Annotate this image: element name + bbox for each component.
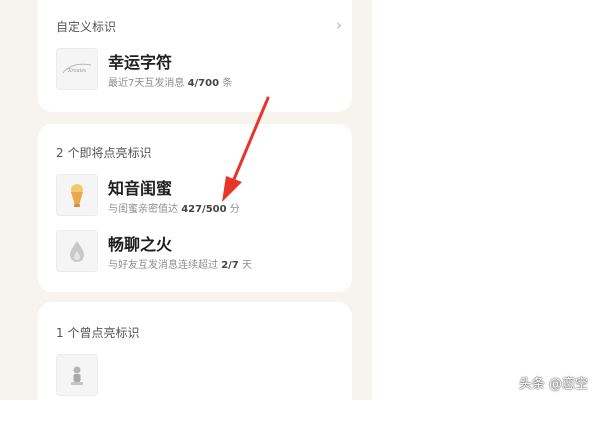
upcoming-badge-item[interactable]: 畅聊之火 与好友互发消息连续超过 2/7 天: [56, 230, 342, 274]
bestie-badge-subtitle: 与闺蜜亲密值达 427/500 分: [108, 204, 240, 215]
custom-badge-card: 自定义标识 › Xroutes 幸运字符 最近7天互发消息 4/700 条: [38, 0, 352, 112]
upcoming-section-title: 2 个即将点亮标识: [56, 146, 152, 160]
chat-fire-badge-subtitle: 与好友互发消息连续超过 2/7 天: [108, 260, 252, 271]
chevron-right-icon[interactable]: ›: [336, 16, 342, 34]
custom-badge-item[interactable]: Xroutes 幸运字符 最近7天互发消息 4/700 条: [56, 48, 342, 92]
page-right-gutter: [352, 0, 372, 400]
lit-section-title: 1 个曾点亮标识: [56, 326, 140, 340]
upcoming-badges-card: 2 个即将点亮标识 知音闺蜜 与闺蜜亲密值达 427/500 分 畅聊之火 与好…: [38, 124, 352, 292]
bestie-badge-title: 知音闺蜜: [108, 179, 173, 198]
watermark: 头条 @恋空: [518, 377, 588, 392]
svg-text:Xroutes: Xroutes: [67, 68, 87, 74]
lit-badges-card: 1 个曾点亮标识: [38, 302, 352, 422]
figure-icon: [56, 354, 98, 396]
chat-fire-badge-title: 畅聊之火: [108, 235, 173, 254]
custom-badge-title: 幸运字符: [108, 53, 173, 72]
lit-badge-item[interactable]: [56, 354, 342, 398]
bestie-icon: [56, 174, 98, 216]
lucky-character-logo: Xroutes: [56, 48, 98, 90]
custom-badge-subtitle: 最近7天互发消息 4/700 条: [108, 78, 233, 89]
flame-icon: [56, 230, 98, 272]
upcoming-badge-item[interactable]: 知音闺蜜 与闺蜜亲密值达 427/500 分: [56, 174, 342, 218]
custom-section-title: 自定义标识: [56, 20, 117, 34]
